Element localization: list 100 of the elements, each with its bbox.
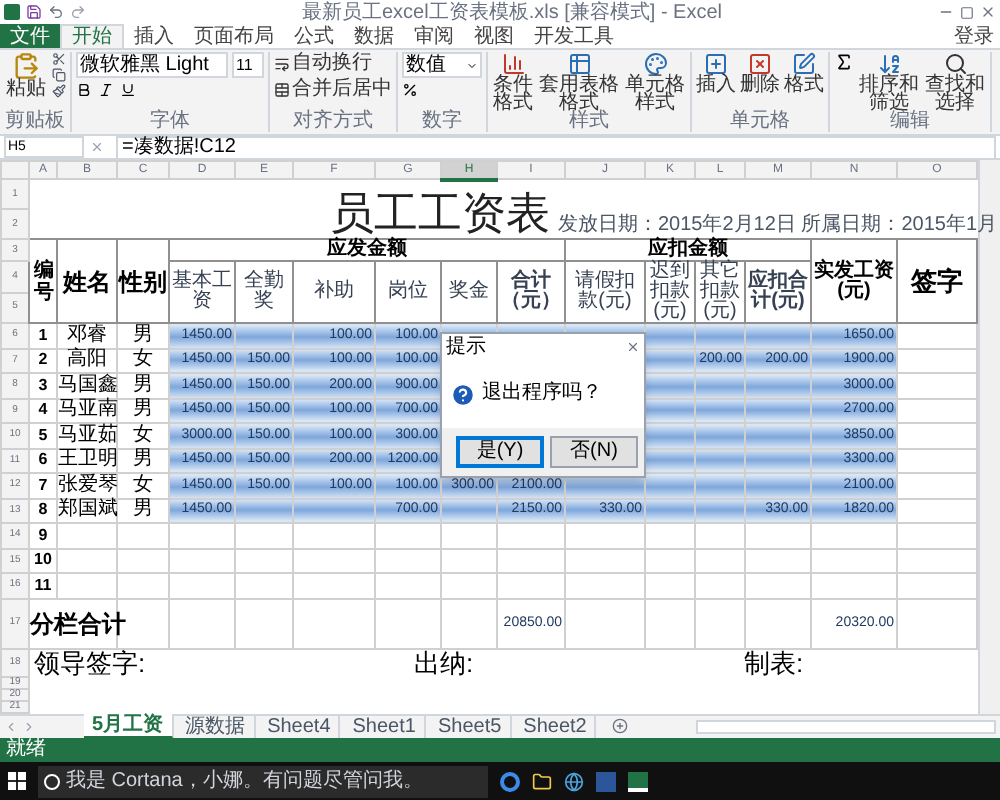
excel-app-icon[interactable] <box>628 771 648 791</box>
row-number-cell: 9 <box>29 523 57 548</box>
footer-label: 出纳: <box>414 649 476 676</box>
ribbon-button[interactable]: 条件格式 <box>492 52 534 112</box>
ribbon-button[interactable]: 单元格样式 <box>624 52 686 112</box>
italic-icon[interactable] <box>98 82 114 98</box>
row-number-cell: 10 <box>29 548 57 573</box>
name-cell: 高阳 <box>57 348 117 373</box>
sheet-tab[interactable]: 5月工资 <box>84 713 174 739</box>
excel-logo-icon <box>4 4 20 20</box>
row-number-cell: 8 <box>29 498 57 523</box>
sheet-title: 员工工资表 <box>330 190 550 238</box>
undo-icon[interactable] <box>48 4 64 20</box>
name-cell: 张爱琴 <box>57 473 117 498</box>
brush-icon[interactable] <box>52 84 66 98</box>
ribbon-tab[interactable]: 开发工具 <box>524 24 624 48</box>
delete-icon <box>748 52 772 76</box>
copy-icon[interactable] <box>52 68 66 82</box>
ribbon-tab[interactable]: 文件 <box>0 24 60 48</box>
ribbon-tab[interactable]: 公式 <box>284 24 344 48</box>
search-box[interactable]: 我是 Cortana，小娜。有问题尽管问我。 <box>38 765 488 797</box>
status-text: 就绪 <box>6 738 46 760</box>
column-heading: 性别 <box>117 239 169 323</box>
number-format-field[interactable]: 数值 <box>402 52 482 78</box>
cancel-icon[interactable] <box>90 140 104 154</box>
formula-field[interactable]: =凑数据!C12 <box>116 135 996 159</box>
add-sheet-icon[interactable] <box>612 718 629 734</box>
ribbon-button[interactable]: 查找和选择 <box>924 52 986 112</box>
footer-label: 制表: <box>744 649 804 676</box>
ribbon-tab[interactable]: 页面布局 <box>184 24 284 48</box>
ribbon-button[interactable]: 合并后居中 <box>274 78 392 100</box>
sort-icon <box>877 52 901 76</box>
maximize-icon[interactable] <box>960 5 974 19</box>
ribbon-button[interactable]: 格式 <box>784 52 824 94</box>
name-cell: 邓睿 <box>57 323 117 348</box>
ribbon-tab[interactable]: 开始 <box>60 24 124 48</box>
row-number-cell: 7 <box>29 473 57 498</box>
row-number-cell: 2 <box>29 348 57 373</box>
dialog-button[interactable]: 是(Y) <box>456 436 544 468</box>
insert-icon <box>704 52 728 76</box>
ribbon-tab[interactable]: 数据 <box>344 24 404 48</box>
group-label: 字体 <box>148 112 192 132</box>
row-number-cell: 3 <box>29 373 57 398</box>
close-icon[interactable] <box>626 340 640 354</box>
footer-label: 领导签字: <box>32 649 148 676</box>
ribbon-button[interactable]: 删除 <box>740 52 780 94</box>
dialog-title: 提示 <box>446 337 486 357</box>
close-icon[interactable] <box>980 4 996 20</box>
name-cell: 马国鑫 <box>57 373 117 398</box>
sign-in-link[interactable]: 登录 <box>948 24 1000 48</box>
browser-icon[interactable] <box>500 771 520 791</box>
ribbon-button[interactable]: 自动换行 <box>274 52 392 74</box>
total-label: 分栏合计 <box>30 609 126 637</box>
font-size-field[interactable]: 11 <box>232 52 264 78</box>
paste-icon <box>12 52 40 80</box>
ribbon-button[interactable]: 粘贴 <box>4 52 48 98</box>
name-cell: 王卫明 <box>57 448 117 473</box>
group-heading: 应发金额 <box>169 239 565 261</box>
format-icon <box>792 52 816 76</box>
horizontal-scrollbar[interactable] <box>696 719 996 733</box>
ribbon-tab[interactable]: 视图 <box>464 24 524 48</box>
column-heading: 实发工资(元) <box>811 239 897 323</box>
dialog-message: 退出程序吗？ <box>482 384 602 404</box>
group-label: 编辑 <box>890 112 932 132</box>
ribbon-button[interactable]: 排序和筛选 <box>858 52 920 112</box>
ribbon-tab[interactable]: 插入 <box>124 24 184 48</box>
search-icon <box>943 52 967 76</box>
question-icon <box>450 381 476 407</box>
bold-icon[interactable] <box>76 82 92 98</box>
group-heading: 应扣金额 <box>565 239 811 261</box>
table-icon <box>567 52 591 76</box>
font-name-field[interactable]: 微软雅黑 Light <box>76 52 228 78</box>
row-number-cell: 1 <box>29 323 57 348</box>
windows-logo-icon[interactable] <box>8 772 26 790</box>
underline-icon[interactable] <box>120 82 136 98</box>
name-cell: 郑国斌 <box>57 498 117 523</box>
vertical-scrollbar[interactable] <box>978 160 1000 713</box>
folder-icon[interactable] <box>532 771 552 791</box>
globe-icon[interactable] <box>564 771 584 791</box>
save-icon[interactable] <box>26 4 42 20</box>
name-cell: 马亚茹 <box>57 423 117 448</box>
word-app-icon[interactable] <box>596 771 616 791</box>
dropdown-icon <box>466 59 478 71</box>
ribbon-tab[interactable]: 审阅 <box>404 24 464 48</box>
merge-cells-icon <box>274 81 290 97</box>
column-heading: 姓名 <box>57 239 117 323</box>
dialog-button[interactable]: 否(N) <box>550 436 638 468</box>
issue-date: 发放日期：2015年2月12日 所属日期：2015年1月 <box>558 214 998 236</box>
palette-icon <box>643 52 667 76</box>
group-label: 单元格 <box>728 112 792 132</box>
scissors-icon[interactable] <box>52 52 66 66</box>
percent-icon[interactable] <box>402 82 418 98</box>
name-cell: 马亚南 <box>57 398 117 423</box>
sum-icon[interactable] <box>834 52 854 72</box>
group-label: 数字 <box>420 112 464 132</box>
group-label: 样式 <box>569 112 611 132</box>
group-label: 对齐方式 <box>291 112 375 132</box>
ribbon-button[interactable]: 插入 <box>696 52 736 94</box>
row-number-cell: 5 <box>29 423 57 448</box>
ribbon-button[interactable]: 套用表格格式 <box>538 52 620 112</box>
